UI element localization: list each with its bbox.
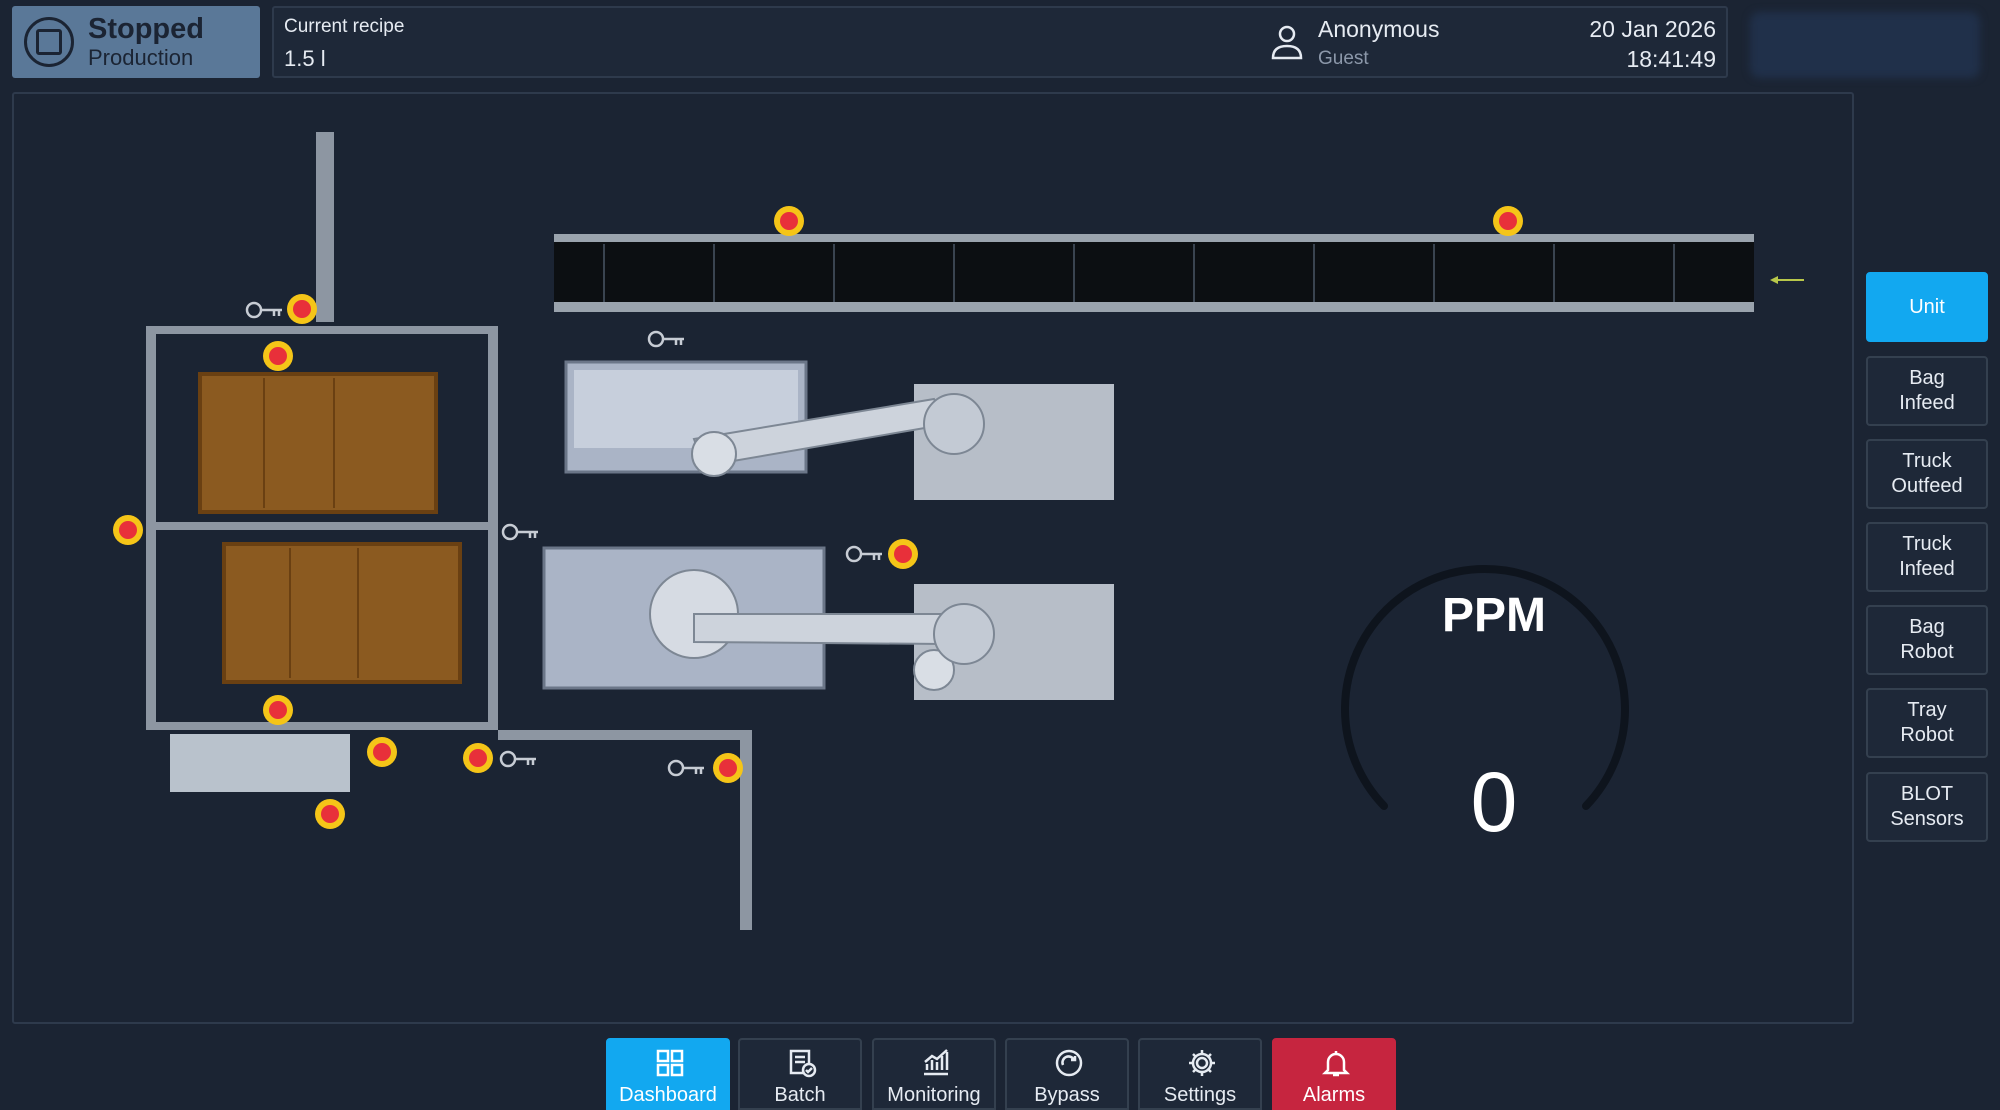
ppm-label: PPM: [1441, 589, 1546, 642]
nav-dashboard[interactable]: Dashboard: [606, 1038, 730, 1110]
estop-icon[interactable]: [888, 539, 918, 569]
stop-icon: [24, 17, 74, 67]
estop-icon[interactable]: [463, 743, 493, 773]
dashboard-icon: [656, 1049, 684, 1077]
nav-label: Settings: [1163, 1084, 1237, 1106]
estop-icon[interactable]: [367, 737, 397, 767]
estop-icon[interactable]: [1493, 206, 1523, 236]
nav-label: Bypass: [1034, 1084, 1100, 1106]
tray-crate-1[interactable]: [198, 372, 438, 514]
infeed-conveyor[interactable]: [554, 234, 1804, 312]
user-name[interactable]: Anonymous: [1318, 16, 1439, 43]
vertical-guard-bottom: [740, 730, 752, 930]
estop-icon[interactable]: [287, 294, 317, 324]
batch-icon: [789, 1049, 817, 1078]
nav-settings[interactable]: Settings: [1138, 1038, 1262, 1110]
header-bar: Current recipe 1.5 l Anonymous Guest 20 …: [272, 6, 1728, 78]
side-nav-truck-infeed[interactable]: Truck Infeed: [1866, 522, 1988, 592]
nav-label: Dashboard: [619, 1084, 717, 1106]
side-nav-tray-robot[interactable]: Tray Robot: [1866, 688, 1988, 758]
estop-icon[interactable]: [315, 799, 345, 829]
tray-crate-2[interactable]: [222, 542, 462, 684]
key-switch-icon[interactable]: [845, 545, 882, 563]
nav-label: Monitoring: [887, 1084, 981, 1106]
nav-monitoring[interactable]: Monitoring: [872, 1038, 996, 1110]
date-display: 20 Jan 2026: [1589, 16, 1716, 42]
side-cabinet: [170, 734, 350, 792]
monitoring-icon: [924, 1049, 949, 1076]
estop-icon[interactable]: [263, 695, 293, 725]
nav-label: Alarms: [1302, 1084, 1366, 1106]
key-switch-icon[interactable]: [501, 523, 538, 541]
machine-layout-diagram: [113, 132, 1804, 930]
recipe-label: Current recipe: [284, 16, 405, 37]
vertical-guard-top: [316, 132, 334, 322]
side-nav-bag-robot[interactable]: Bag Robot: [1866, 605, 1988, 675]
bell-icon: [1321, 1051, 1351, 1077]
nav-batch[interactable]: Batch: [738, 1038, 862, 1110]
blurred-logo: [1750, 12, 1980, 78]
recipe-value: 1.5 l: [284, 46, 326, 71]
ppm-value: 0: [1470, 755, 1518, 849]
gear-icon: [1189, 1050, 1215, 1076]
estop-icon[interactable]: [774, 206, 804, 236]
side-nav-truck-outfeed[interactable]: Truck Outfeed: [1866, 439, 1988, 509]
status-title: Stopped: [88, 13, 204, 45]
side-nav-bag-infeed[interactable]: Bag Infeed: [1866, 356, 1988, 426]
side-nav-blot-sensors[interactable]: BLOT Sensors: [1866, 772, 1988, 842]
key-switch-icon[interactable]: [245, 301, 282, 319]
machine-status-panel[interactable]: Stopped Production: [12, 6, 260, 78]
estop-icon[interactable]: [113, 515, 143, 545]
time-display: 18:41:49: [1626, 46, 1716, 72]
nav-alarms[interactable]: Alarms: [1272, 1038, 1396, 1110]
estop-icon[interactable]: [713, 753, 743, 783]
estop-icon[interactable]: [263, 341, 293, 371]
side-nav-unit[interactable]: Unit: [1866, 272, 1988, 342]
key-switch-icon[interactable]: [647, 330, 684, 348]
nav-label: Batch: [774, 1084, 826, 1106]
machine-overview-panel: PPM 0: [12, 92, 1854, 1024]
bypass-icon: [1055, 1049, 1083, 1077]
nav-bypass[interactable]: Bypass: [1005, 1038, 1129, 1110]
user-icon[interactable]: [1270, 22, 1304, 62]
tray-robot-unit[interactable]: [542, 546, 1114, 700]
lower-guard-rail: [498, 730, 746, 740]
status-subtitle: Production: [88, 45, 194, 70]
key-switch-icon[interactable]: [499, 750, 536, 768]
key-switch-icon[interactable]: [667, 759, 704, 777]
user-role: Guest: [1318, 48, 1369, 69]
bag-robot-unit[interactable]: [564, 360, 1114, 500]
